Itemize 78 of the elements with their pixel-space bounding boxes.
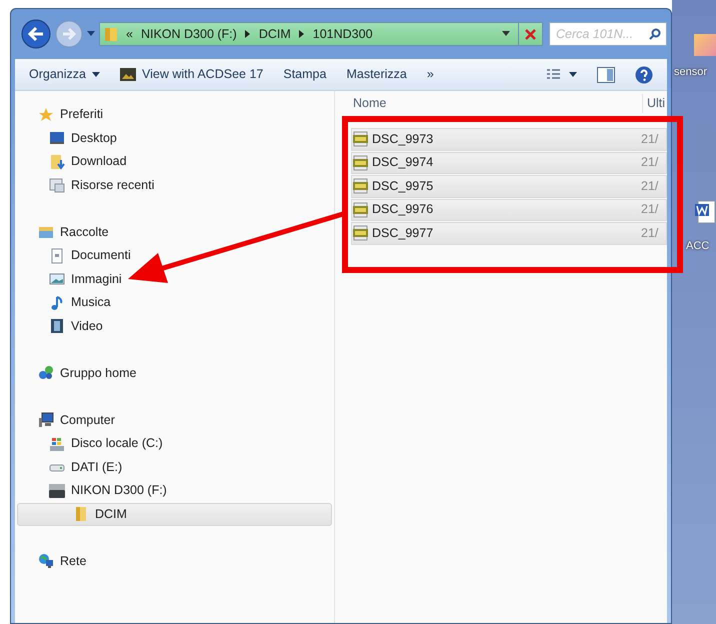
folder-icon (73, 506, 89, 522)
system-drive-icon (49, 436, 65, 452)
file-name: DSC_9976 (371, 201, 434, 218)
nav-item[interactable]: Download (17, 150, 332, 174)
photo-app-icon (120, 68, 136, 81)
file-row[interactable]: DSC_9976 21/ (351, 198, 667, 221)
dropdown-icon[interactable] (87, 31, 95, 37)
image-file-icon (352, 225, 368, 242)
nav-item[interactable]: Rete (17, 550, 332, 573)
toolbar-button[interactable]: Masterizza (346, 65, 407, 84)
image-file-icon (352, 154, 368, 171)
file-row[interactable]: DSC_9975 21/ (351, 175, 667, 198)
nav-item[interactable]: Risorse recenti (17, 174, 332, 197)
column-header[interactable]: Ulti (642, 94, 666, 113)
nav-item[interactable]: Computer (17, 408, 332, 432)
file-date: 21/ (641, 224, 658, 242)
dropdown-icon (92, 72, 100, 77)
toolbar-button[interactable]: » (426, 65, 434, 84)
folder-icon (104, 26, 118, 42)
homegroup-icon (38, 365, 54, 382)
computer-icon (38, 412, 54, 428)
monitor-icon (49, 130, 65, 146)
column-header[interactable]: Nome (347, 94, 642, 113)
landscape-icon (49, 271, 65, 288)
file-row[interactable]: DSC_9973 21/ (351, 128, 667, 150)
overflow-chevron[interactable]: « (126, 24, 133, 44)
file-row[interactable]: DSC_9977 21/ (351, 222, 667, 244)
network-icon (38, 553, 54, 570)
image-file-icon (352, 131, 368, 148)
close-icon (525, 28, 536, 40)
file-name: DSC_9975 (371, 178, 434, 195)
file-name: DSC_9973 (371, 130, 434, 148)
chevron-icon (244, 30, 251, 38)
back-button[interactable] (21, 19, 51, 49)
nav-item[interactable]: Gruppo home (17, 362, 332, 385)
preview-pane-icon[interactable] (597, 66, 615, 82)
file-name: DSC_9974 (371, 154, 434, 172)
word-document-icon[interactable] (694, 200, 716, 224)
view-options-icon[interactable] (547, 68, 577, 80)
nav-item[interactable]: Desktop (17, 126, 332, 150)
file-date: 21/ (641, 130, 658, 148)
file-date: 21/ (641, 154, 658, 172)
star-icon (38, 106, 54, 123)
library-folder-icon (38, 224, 54, 240)
nav-item[interactable]: Disco locale (C:) (17, 432, 332, 456)
file-row[interactable]: DSC_9974 21/ (351, 152, 667, 174)
help-icon[interactable] (635, 66, 653, 84)
nav-item[interactable]: Immagini (17, 268, 332, 291)
file-date: 21/ (641, 178, 658, 195)
address-bar[interactable]: « NIKON D300 (F:) DCIM 101ND300 (99, 22, 543, 46)
organize-menu-button[interactable]: Organizza (29, 65, 100, 84)
toolbar-button[interactable]: Stampa (283, 65, 326, 84)
film-icon (49, 318, 65, 334)
removable-drive-icon (49, 482, 65, 499)
breadcrumb[interactable]: DCIM (258, 24, 291, 44)
file-date: 21/ (641, 201, 658, 218)
nav-item[interactable]: Documenti (17, 244, 332, 268)
nav-item[interactable]: DATI (E:) (17, 456, 332, 479)
music-note-icon (49, 294, 65, 311)
dropdown-icon[interactable] (502, 31, 510, 37)
chevron-icon (298, 30, 305, 38)
nav-item[interactable]: DCIM (17, 502, 332, 526)
image-file-icon (352, 202, 368, 218)
recent-places-icon (49, 177, 65, 194)
image-file-icon (352, 178, 368, 194)
breadcrumb[interactable]: 101ND300 (312, 24, 373, 44)
nav-item[interactable]: Preferiti (17, 103, 332, 126)
nav-item[interactable]: Video (17, 314, 332, 338)
document-icon (49, 248, 65, 264)
nav-item[interactable]: Musica (17, 291, 332, 314)
nav-item[interactable]: NIKON D300 (F:) (17, 479, 332, 502)
toolbar-button[interactable]: View with ACDSee 17 (120, 65, 264, 84)
search-icon (649, 28, 661, 40)
download-folder-icon (49, 154, 65, 170)
breadcrumb[interactable]: NIKON D300 (F:) (140, 24, 237, 44)
search-field[interactable]: Cerca 101N... (549, 22, 667, 46)
nav-item[interactable]: Raccolte (17, 220, 332, 244)
file-name: DSC_9977 (371, 224, 434, 242)
